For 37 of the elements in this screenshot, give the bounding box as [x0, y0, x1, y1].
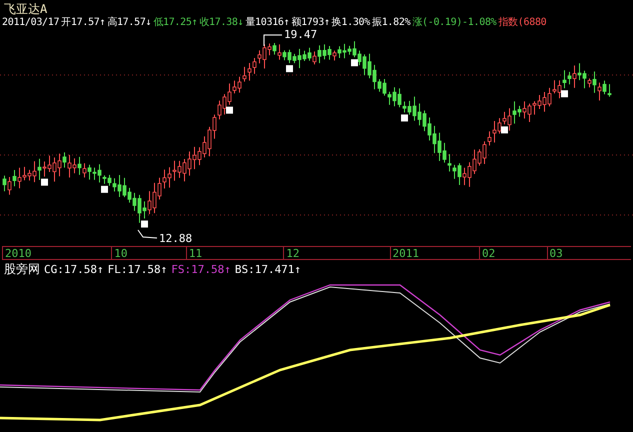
signal-marker-icon — [101, 186, 108, 193]
quote-value: 开17.57↑ — [61, 18, 106, 28]
signal-marker-icon — [401, 114, 408, 122]
quote-value: 涨(-0.19)-1.08% — [412, 18, 496, 28]
time-axis-label: 2010 — [2, 247, 112, 259]
leader-line — [138, 230, 158, 238]
quote-value: 振1.82% — [372, 18, 410, 28]
indicator-value: FS:17.58↑ — [171, 264, 231, 274]
time-axis-label: 03 — [546, 247, 631, 259]
quote-value: 高17.57↓ — [107, 18, 152, 28]
time-axis-label: 10 — [111, 247, 186, 259]
indicator-name: 股旁网 — [4, 263, 40, 275]
high-price-label: 19.47 — [284, 30, 318, 41]
quote-value: 额1793↑ — [291, 18, 330, 28]
signal-marker-icon — [286, 65, 293, 72]
time-axis-label: 02 — [478, 247, 547, 259]
quote-value: 收17.38↓ — [199, 18, 244, 28]
quote-value: 换1.30% — [332, 18, 370, 28]
time-axis-label: 2011 — [390, 247, 479, 259]
indicator-value: CG:17.58↑ — [44, 264, 104, 274]
stock-name: 飞亚达A — [4, 3, 48, 15]
leader-line — [264, 34, 282, 46]
signal-marker-icon — [141, 220, 148, 228]
signal-marker-icon — [351, 59, 358, 66]
quote-date: 2011/03/17 — [2, 18, 60, 28]
time-axis-label: 12 — [283, 247, 390, 259]
quote-value: 量10316↑ — [245, 18, 290, 28]
time-axis-label: 11 — [186, 247, 284, 259]
signal-marker-icon — [41, 178, 48, 186]
indicator-value: FL:17.58↑ — [108, 264, 168, 274]
quote-value: 低17.25↑ — [153, 18, 198, 28]
signal-marker-icon — [561, 90, 568, 98]
signal-marker-icon — [226, 106, 233, 114]
low-price-label: 12.88 — [159, 232, 192, 245]
indicator-value: BS:17.471↑ — [234, 264, 302, 274]
signal-marker-icon — [501, 126, 508, 134]
quote-value: 指数(6880 — [498, 18, 546, 28]
